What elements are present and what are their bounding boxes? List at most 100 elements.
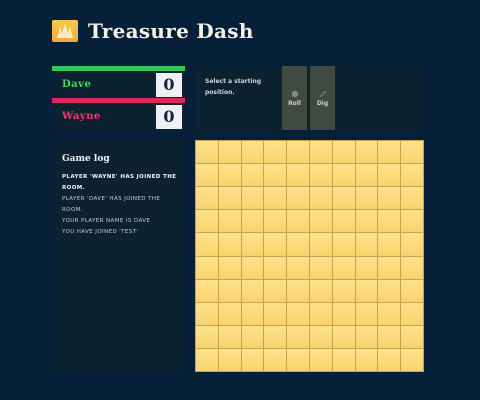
board-cell[interactable] [218,233,241,256]
board-cell[interactable] [241,325,264,348]
board-cell[interactable] [332,233,355,256]
board-cell[interactable] [378,164,401,187]
board-cell[interactable] [401,141,423,164]
board-cell[interactable] [401,325,423,348]
board-cell[interactable] [196,256,218,279]
board-cell[interactable] [196,279,218,302]
board-cell[interactable] [218,187,241,210]
board-cell[interactable] [287,233,309,256]
board-cell[interactable] [355,279,378,302]
board-cell[interactable] [332,141,355,164]
board-cell[interactable] [355,187,378,210]
board-cell[interactable] [264,256,287,279]
board-cell[interactable] [309,164,332,187]
board-cell[interactable] [287,141,309,164]
board-cell[interactable] [218,279,241,302]
board-cell[interactable] [264,164,287,187]
board-cell[interactable] [218,348,241,371]
board-cell[interactable] [196,325,218,348]
board-cell[interactable] [264,302,287,325]
board-cell[interactable] [355,141,378,164]
board-cell[interactable] [401,164,423,187]
board-cell[interactable] [378,233,401,256]
board-cell[interactable] [264,233,287,256]
board-cell[interactable] [196,233,218,256]
board-cell[interactable] [196,348,218,371]
board-cell[interactable] [287,256,309,279]
board-cell[interactable] [332,325,355,348]
board-cell[interactable] [401,187,423,210]
board-cell[interactable] [264,348,287,371]
board-cell[interactable] [309,279,332,302]
dig-button[interactable]: Dig [310,66,335,130]
roll-button[interactable]: Roll [282,66,307,130]
board-cell[interactable] [332,279,355,302]
board-cell[interactable] [401,256,423,279]
board-cell[interactable] [309,141,332,164]
board-cell[interactable] [309,210,332,233]
board-cell[interactable] [332,348,355,371]
board-cell[interactable] [196,141,218,164]
board-cell[interactable] [287,279,309,302]
board-cell[interactable] [309,325,332,348]
board-cell[interactable] [401,233,423,256]
board-cell[interactable] [264,141,287,164]
board-cell[interactable] [241,302,264,325]
board-cell[interactable] [378,279,401,302]
board-cell[interactable] [355,325,378,348]
board-cell[interactable] [218,256,241,279]
board-cell[interactable] [378,256,401,279]
board-cell[interactable] [378,141,401,164]
board-cell[interactable] [378,302,401,325]
board-cell[interactable] [332,256,355,279]
board-cell[interactable] [287,302,309,325]
board-cell[interactable] [378,348,401,371]
board-cell[interactable] [332,187,355,210]
board-cell[interactable] [355,210,378,233]
board-cell[interactable] [241,210,264,233]
board-cell[interactable] [264,325,287,348]
board-cell[interactable] [196,210,218,233]
board-cell[interactable] [287,325,309,348]
board-cell[interactable] [241,256,264,279]
board-cell[interactable] [241,279,264,302]
board-cell[interactable] [309,187,332,210]
board-cell[interactable] [218,210,241,233]
board-cell[interactable] [332,164,355,187]
board-cell[interactable] [355,164,378,187]
board-cell[interactable] [241,164,264,187]
board-cell[interactable] [241,187,264,210]
board-cell[interactable] [355,302,378,325]
board-cell[interactable] [264,210,287,233]
board-cell[interactable] [218,302,241,325]
board-cell[interactable] [309,256,332,279]
board-cell[interactable] [378,187,401,210]
board-cell[interactable] [264,187,287,210]
board-cell[interactable] [401,302,423,325]
board-cell[interactable] [309,233,332,256]
board-cell[interactable] [287,164,309,187]
board-cell[interactable] [401,210,423,233]
board-cell[interactable] [196,164,218,187]
board-cell[interactable] [287,210,309,233]
board-cell[interactable] [401,348,423,371]
board-cell[interactable] [196,302,218,325]
board-cell[interactable] [196,187,218,210]
board-cell[interactable] [401,279,423,302]
board-cell[interactable] [241,141,264,164]
board-cell[interactable] [218,325,241,348]
board-cell[interactable] [287,187,309,210]
board-cell[interactable] [218,164,241,187]
board-cell[interactable] [287,348,309,371]
board-cell[interactable] [309,302,332,325]
board-cell[interactable] [241,233,264,256]
board-cell[interactable] [378,210,401,233]
board-cell[interactable] [241,348,264,371]
board-cell[interactable] [355,233,378,256]
board-cell[interactable] [264,279,287,302]
board-cell[interactable] [332,302,355,325]
board-cell[interactable] [355,256,378,279]
board-cell[interactable] [218,141,241,164]
board-cell[interactable] [378,325,401,348]
board-cell[interactable] [309,348,332,371]
